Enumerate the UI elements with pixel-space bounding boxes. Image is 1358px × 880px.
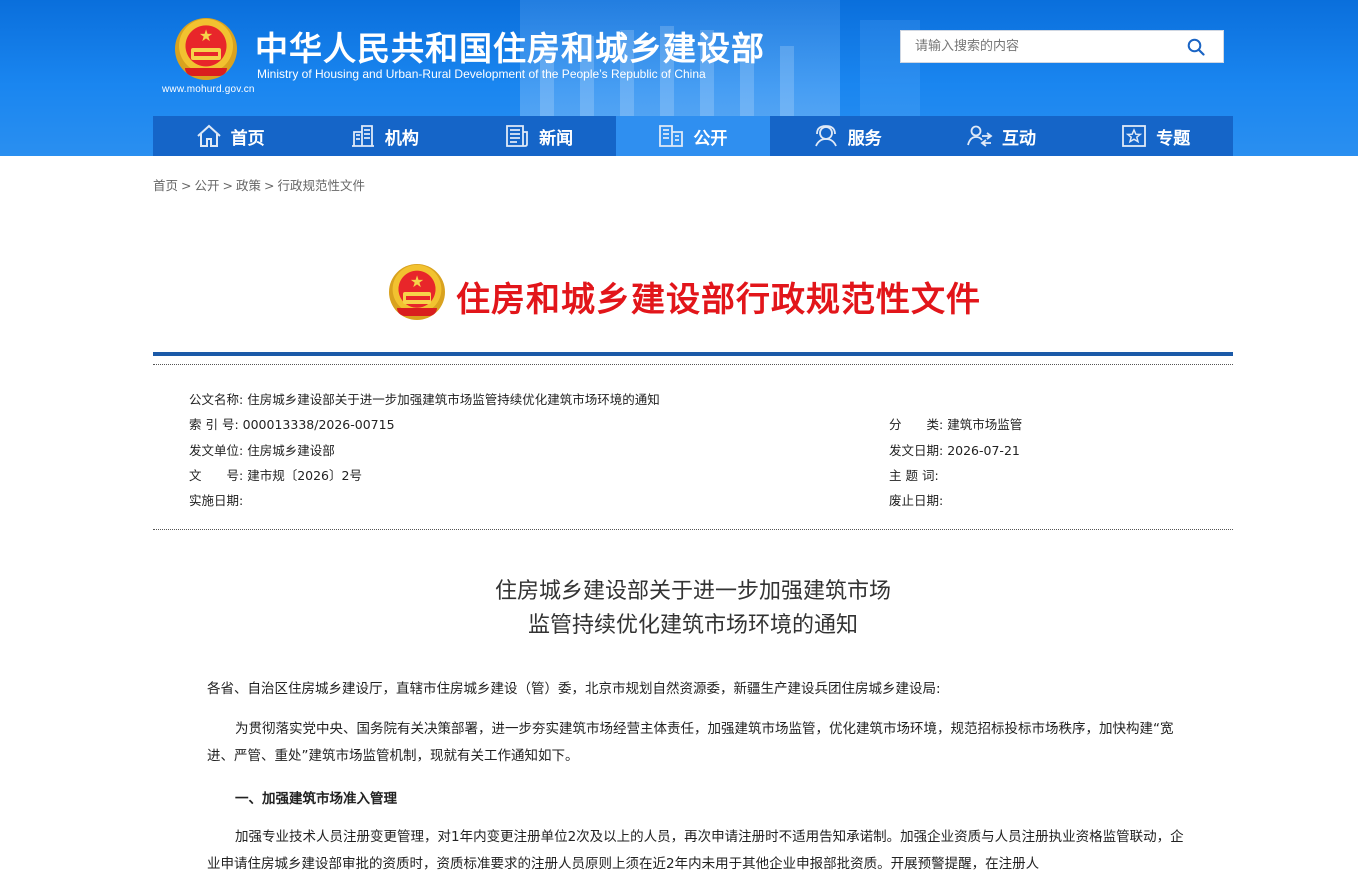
nav-item-label: 专题: [1156, 128, 1191, 149]
meta-value: 住房城乡建设部关于进一步加强建筑市场监管持续优化建筑市场环境的通知: [247, 392, 660, 407]
meta-label: 废止日期:: [889, 493, 944, 508]
article-title: 住房城乡建设部关于进一步加强建筑市场 监管持续优化建筑市场环境的通知: [494, 579, 891, 638]
nav-item-label: 首页: [230, 128, 265, 149]
nav-item-home[interactable]: 首页: [153, 116, 307, 156]
search-icon[interactable]: [1187, 38, 1205, 56]
meta-label: 主 题 词:: [889, 468, 939, 483]
meta-doc-name: 公文名称: 住房城乡建设部关于进一步加强建筑市场监管持续优化建筑市场环境的通知: [189, 389, 660, 408]
site-title-english: Ministry of Housing and Urban-Rural Deve…: [257, 67, 706, 81]
national-emblem-icon: ★: [389, 264, 445, 320]
meta-label: 索 引 号:: [189, 417, 239, 432]
site-url: www.mohurd.gov.cn: [162, 84, 255, 95]
meta-keywords: 主 题 词:: [889, 465, 939, 484]
article-salutation: 各省、自治区住房城乡建设厅，直辖市住房城乡建设（管）委，北京市规划自然资源委，新…: [207, 681, 941, 697]
national-emblem-icon: ★: [175, 18, 237, 80]
interact-icon: [967, 125, 993, 147]
breadcrumb-policy[interactable]: 政策: [236, 178, 261, 193]
meta-value: 建市规〔2026〕2号: [247, 468, 362, 483]
nav-item-news[interactable]: 新闻: [462, 116, 616, 156]
meta-value: 住房城乡建设部: [247, 443, 335, 458]
nav-item-label: 公开: [693, 128, 728, 149]
meta-label: 文 号:: [189, 468, 244, 483]
banner-divider: [153, 352, 1233, 356]
nav-item-institutions[interactable]: 机构: [307, 116, 461, 156]
nav-item-label: 新闻: [539, 128, 574, 149]
nav-item-topics[interactable]: 专题: [1079, 116, 1233, 156]
meta-category: 分 类: 建筑市场监管: [889, 414, 1022, 433]
meta-label: 发文日期:: [889, 443, 944, 458]
meta-label: 发文单位:: [189, 443, 244, 458]
search-input[interactable]: [915, 31, 1175, 62]
meta-value: 000013338/2026-00715: [242, 417, 395, 432]
meta-issuer: 发文单位: 住房城乡建设部: [189, 440, 335, 459]
article-paragraph: 加强专业技术人员注册变更管理，对1年内变更注册单位2次及以上的人员，再次申请注册…: [207, 829, 1184, 872]
meta-abolished-date: 废止日期:: [889, 490, 943, 509]
search-box: [900, 30, 1224, 63]
breadcrumb-home[interactable]: 首页: [153, 178, 178, 193]
dotted-divider: [153, 529, 1233, 530]
section-heading: 一、加强建筑市场准入管理: [235, 791, 397, 807]
news-icon: [506, 125, 529, 147]
nav-item-service[interactable]: 服务: [770, 116, 924, 156]
nav-item-label: 互动: [1001, 128, 1036, 149]
disclosure-icon: [659, 125, 684, 147]
nav-item-interaction[interactable]: 互动: [924, 116, 1078, 156]
meta-label: 公文名称:: [189, 392, 244, 407]
building-icon: [351, 125, 374, 147]
meta-label: 分 类:: [889, 417, 944, 432]
meta-value: 建筑市场监管: [947, 417, 1023, 432]
meta-index: 索 引 号: 000013338/2026-00715: [189, 414, 395, 433]
nav-item-label: 机构: [384, 128, 419, 149]
article-intro: 为贯彻落实党中央、国务院有关决策部署，进一步夯实建筑市场经营主体责任，加强建筑市…: [207, 721, 1174, 764]
meta-value: 2026-07-21: [947, 443, 1020, 458]
star-icon: [1122, 125, 1147, 147]
meta-label: 实施日期:: [189, 493, 244, 508]
site-title[interactable]: 中华人民共和国住房和城乡建设部: [255, 22, 765, 70]
service-icon: [814, 125, 837, 147]
nav-item-label: 服务: [847, 128, 882, 149]
breadcrumb-disclosure[interactable]: 公开: [195, 178, 220, 193]
meta-doc-number: 文 号: 建市规〔2026〕2号: [189, 465, 362, 484]
meta-effective-date: 实施日期:: [189, 490, 243, 509]
main-nav: 首页 机构 新闻 公开 服务 互动 专题: [153, 116, 1233, 156]
nav-item-disclosure[interactable]: 公开: [615, 116, 771, 156]
breadcrumb: 首页 > 公开 > 政策 > 行政规范性文件: [153, 178, 366, 193]
home-icon: [196, 124, 221, 147]
meta-issue-date: 发文日期: 2026-07-21: [889, 440, 1020, 459]
document-type-title: 住房和城乡建设部行政规范性文件: [456, 280, 981, 320]
breadcrumb-admin-normative-docs[interactable]: 行政规范性文件: [278, 178, 366, 193]
dotted-divider: [153, 364, 1233, 365]
